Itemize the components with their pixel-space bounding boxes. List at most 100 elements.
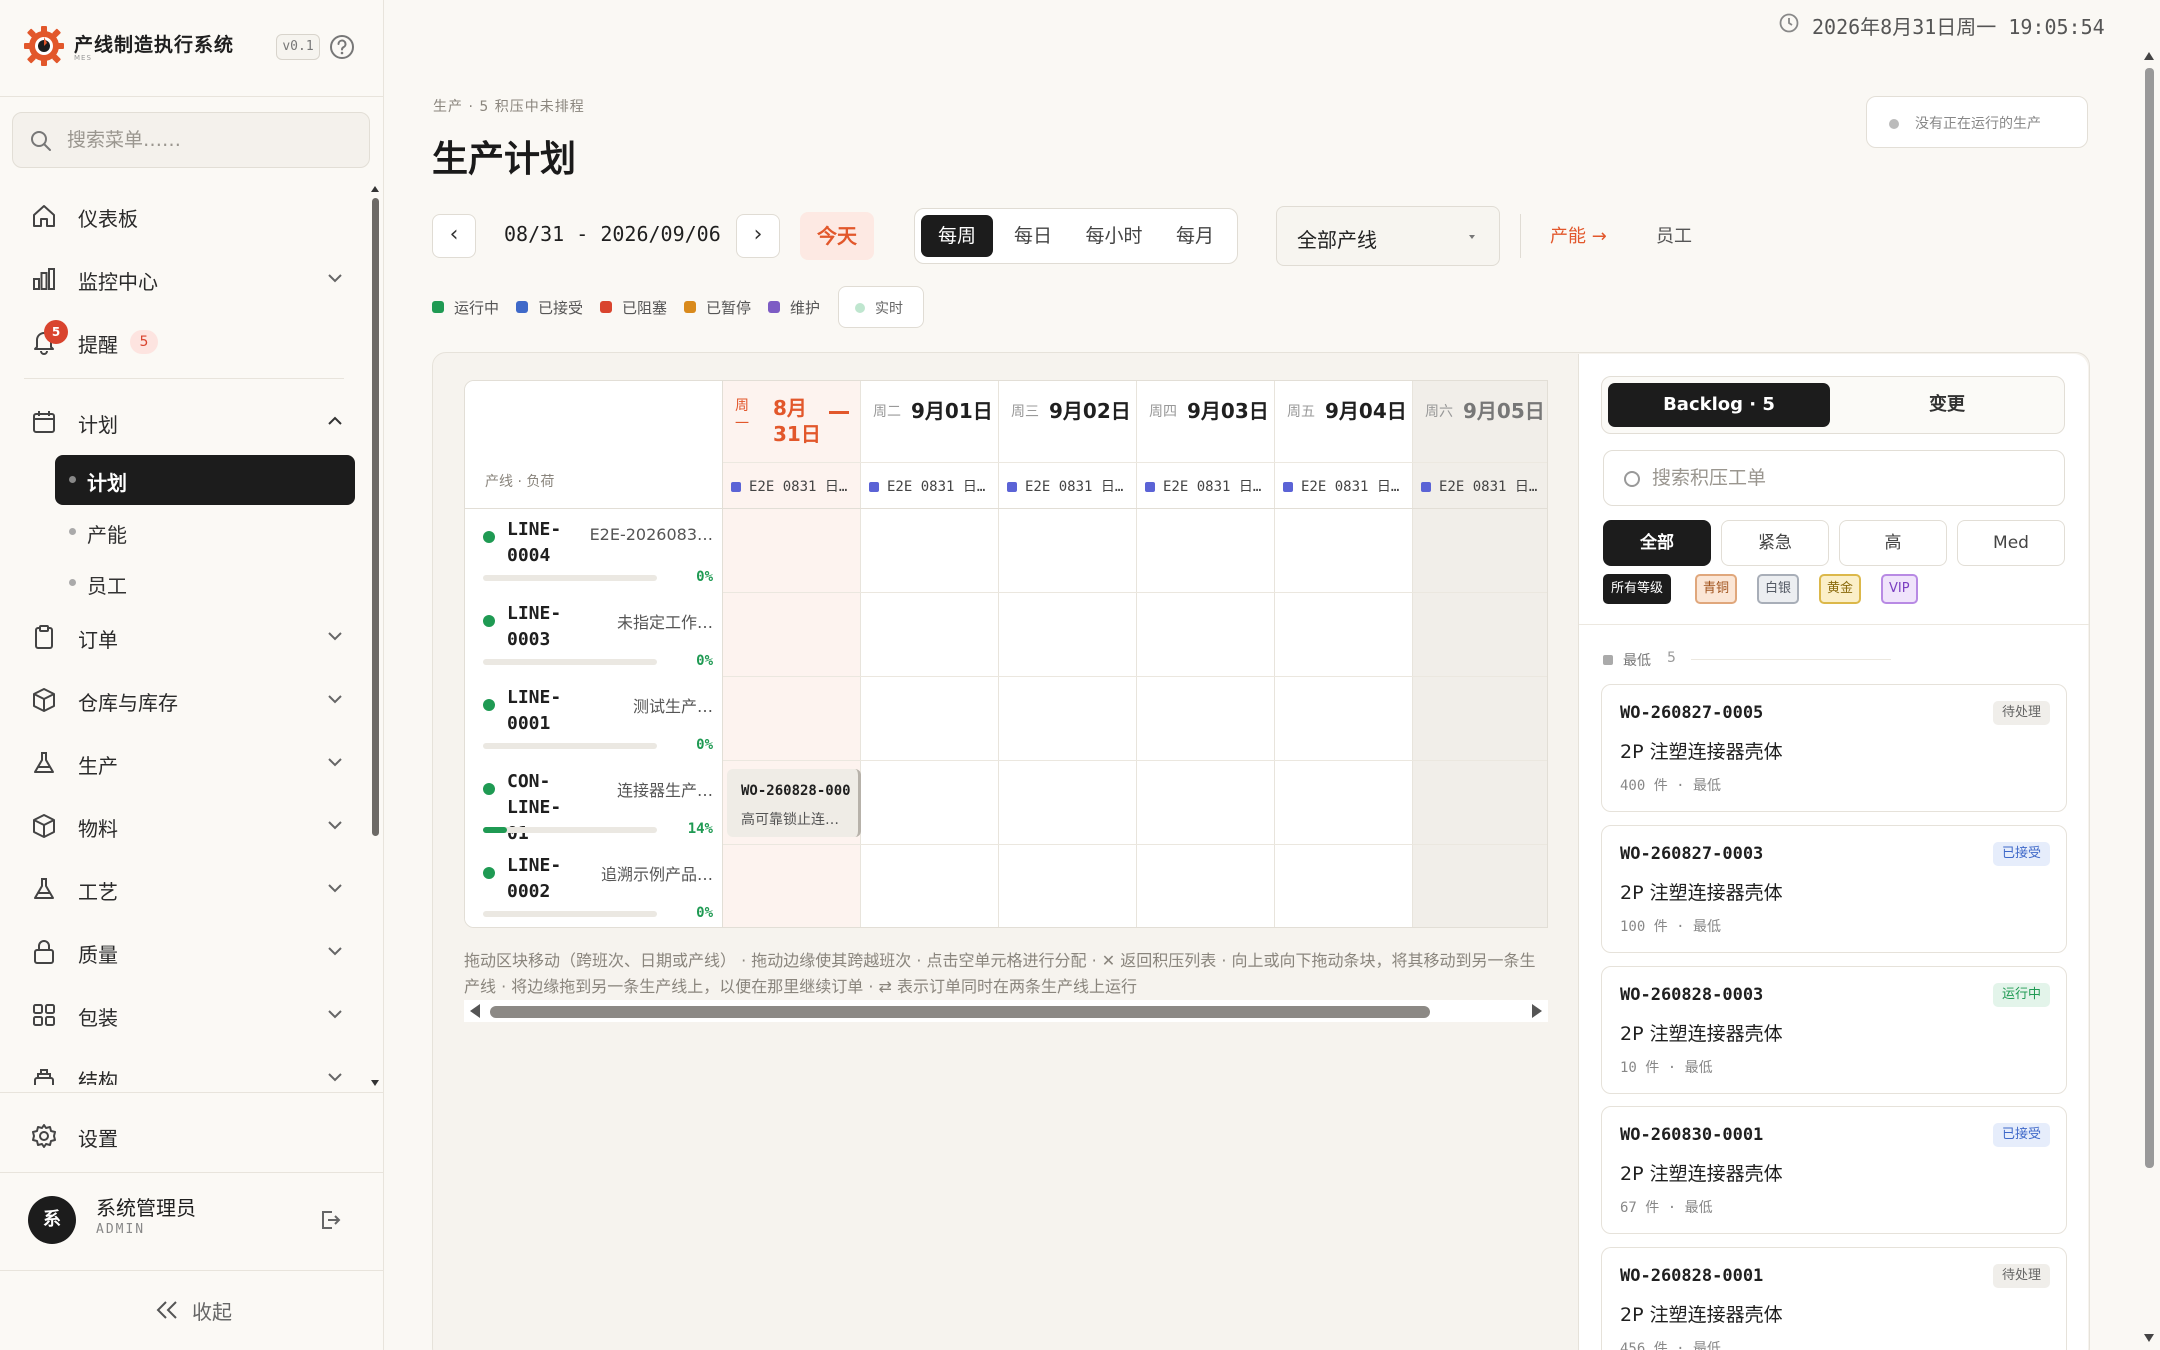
backlog-order-card[interactable]: WO-260828-0001 待处理 2P 注塑连接器壳体 456 件 · 最低 [1601, 1247, 2067, 1350]
today-marker [829, 411, 849, 414]
scroll-up-icon[interactable] [371, 186, 379, 192]
tier-filter-bronze[interactable]: 青铜 [1695, 574, 1738, 604]
scrollbar-thumb[interactable] [372, 198, 379, 836]
sidebar-item-alerts[interactable]: 5 提醒 5 [22, 316, 352, 366]
tab-backlog[interactable]: Backlog · 5 [1608, 383, 1830, 427]
scroll-left-icon[interactable] [470, 1004, 480, 1018]
line-cell[interactable]: LINE-0002 追溯示例产品… 0% [465, 845, 723, 927]
day-event-chip[interactable]: E2E 0831 日… [999, 463, 1137, 509]
scroll-down-icon[interactable] [2144, 1334, 2154, 1342]
day-event-chip[interactable]: E2E 0831 日… [723, 463, 861, 509]
priority-filter-all[interactable]: 全部 [1603, 520, 1711, 566]
view-option-monthly[interactable]: 每月 [1159, 215, 1231, 257]
sidebar-item-dashboard[interactable]: 仪表板 [22, 190, 352, 240]
alert-count-badge: 5 [130, 330, 158, 354]
day-event-chip[interactable]: E2E 0831 日… [861, 463, 999, 509]
scrollbar-thumb[interactable] [490, 1006, 1430, 1018]
legend-swatch [600, 301, 612, 313]
menu-search[interactable] [12, 112, 370, 168]
today-button[interactable]: 今天 [800, 212, 874, 260]
user-profile[interactable]: 系 系统管理员 ADMIN [28, 1192, 358, 1248]
gantt-row: LINE-0004 E2E-2026083… 0% [465, 509, 1547, 593]
sidebar-item-process[interactable]: 工艺 [22, 863, 352, 913]
clock-text: 2026年8月31日周一 19:05:54 [1812, 15, 2105, 39]
realtime-toggle[interactable]: 实时 [838, 286, 924, 328]
view-option-hourly[interactable]: 每小时 [1073, 215, 1155, 257]
weekday-label: 周三 [1011, 404, 1039, 420]
line-select-value: 全部产线 [1297, 228, 1377, 252]
legend-swatch [768, 301, 780, 313]
legend-swatch [516, 301, 528, 313]
sidebar-item-settings[interactable]: 设置 [22, 1110, 352, 1160]
backlog-search-input[interactable] [1652, 451, 2052, 505]
tab-changes[interactable]: 变更 [1836, 383, 2058, 427]
gantt-horizontal-scrollbar[interactable] [464, 1000, 1548, 1022]
sidebar-divider [0, 1270, 383, 1271]
next-week-button[interactable]: › [736, 214, 780, 258]
sidebar-subitem-label: 员工 [87, 574, 127, 598]
sidebar-item-label: 仓库与库存 [78, 691, 178, 715]
scroll-down-icon[interactable] [371, 1080, 379, 1086]
sidebar-item-orders[interactable]: 订单 [22, 611, 352, 661]
order-meta: 67 件 · 最低 [1620, 1200, 1713, 1216]
help-icon[interactable] [328, 33, 356, 61]
backlog-order-card[interactable]: WO-260827-0003 已接受 2P 注塑连接器壳体 100 件 · 最低 [1601, 825, 2067, 953]
tier-filter-gold[interactable]: 黄金 [1819, 574, 1862, 604]
brand-subtitle: MES [74, 54, 92, 62]
collapse-sidebar-button[interactable]: 收起 [150, 1294, 270, 1324]
line-cell[interactable]: LINE-0004 E2E-2026083… 0% [465, 509, 723, 593]
logout-icon[interactable] [318, 1208, 342, 1232]
line-description: 未指定工作… [616, 613, 713, 632]
tier-filter-silver[interactable]: 白银 [1757, 574, 1800, 604]
bullet-icon [69, 476, 76, 483]
sidebar-item-quality[interactable]: 质量 [22, 926, 352, 976]
chip-swatch [869, 482, 879, 492]
sidebar-item-warehouse[interactable]: 仓库与库存 [22, 674, 352, 724]
priority-filter-med[interactable]: Med [1957, 520, 2065, 566]
backlog-order-card[interactable]: WO-260827-0005 待处理 2P 注塑连接器壳体 400 件 · 最低 [1601, 684, 2067, 812]
view-option-daily[interactable]: 每日 [997, 215, 1069, 257]
menu-search-input[interactable] [67, 113, 357, 167]
prev-week-button[interactable]: ‹ [432, 214, 476, 258]
backlog-order-card[interactable]: WO-260830-0001 已接受 2P 注塑连接器壳体 67 件 · 最低 [1601, 1106, 2067, 1234]
sidebar-item-plan[interactable]: 计划 [22, 396, 352, 446]
brand[interactable]: 产线制造执行系统 MES v0.1 [22, 24, 362, 72]
scroll-up-icon[interactable] [2144, 52, 2154, 60]
scrollbar-thumb[interactable] [2145, 68, 2154, 1168]
scroll-right-icon[interactable] [1532, 1004, 1542, 1018]
tier-filter-all[interactable]: 所有等级 [1603, 574, 1672, 604]
sidebar-item-production[interactable]: 生产 [22, 737, 352, 787]
sidebar-item-label: 物料 [78, 817, 118, 841]
line-cell[interactable]: CON-LINE-01 连接器生产… 14% [465, 761, 723, 845]
line-cell[interactable]: LINE-0003 未指定工作… 0% [465, 593, 723, 677]
capacity-link[interactable]: 产能 → [1550, 222, 1607, 248]
sidebar-item-monitoring[interactable]: 监控中心 [22, 253, 352, 303]
page-scrollbar[interactable] [2142, 48, 2156, 1348]
day-event-chip[interactable]: E2E 0831 日… [1137, 463, 1275, 509]
sidebar-subitem-staff[interactable]: 员工 [55, 559, 355, 605]
sidebar-scrollbar[interactable] [371, 186, 379, 1086]
line-description: 连接器生产… [616, 781, 713, 800]
sidebar-menu: 仪表板 监控中心 5 提醒 5 计划 计划 产能 员工 订单 仓库与库存 生产 … [0, 180, 370, 1085]
clock: 2026年8月31日周一 19:05:54 [1778, 10, 2138, 39]
sidebar-item-packaging[interactable]: 包装 [22, 989, 352, 1039]
priority-filter-high[interactable]: 高 [1839, 520, 1947, 566]
sidebar-item-materials[interactable]: 物料 [22, 800, 352, 850]
sidebar-subitem-plan[interactable]: 计划 [55, 455, 355, 505]
chip-label: E2E 0831 日… [1163, 479, 1262, 495]
tier-filter-vip[interactable]: VIP [1881, 574, 1918, 604]
priority-filter-urgent[interactable]: 紧急 [1721, 520, 1829, 566]
line-cell[interactable]: LINE-0001 测试生产… 0% [465, 677, 723, 761]
sidebar-subitem-capacity[interactable]: 产能 [55, 508, 355, 554]
view-option-weekly[interactable]: 每周 [921, 215, 993, 257]
day-event-chip[interactable]: E2E 0831 日… [1413, 463, 1547, 509]
sidebar-item-structure[interactable]: 结构 [22, 1052, 352, 1085]
day-event-chip[interactable]: E2E 0831 日… [1275, 463, 1413, 509]
scheduled-order-block[interactable]: WO-260828-000 高可靠锁止连… [727, 769, 861, 837]
staff-link[interactable]: 员工 [1656, 222, 1692, 248]
line-select[interactable]: 全部产线 [1276, 206, 1500, 266]
backlog-search[interactable] [1603, 450, 2065, 506]
sidebar-item-label: 计划 [78, 413, 118, 437]
backlog-order-card[interactable]: WO-260828-0003 运行中 2P 注塑连接器壳体 10 件 · 最低 [1601, 966, 2067, 1094]
day-date-label: 9月05日 [1463, 399, 1545, 423]
